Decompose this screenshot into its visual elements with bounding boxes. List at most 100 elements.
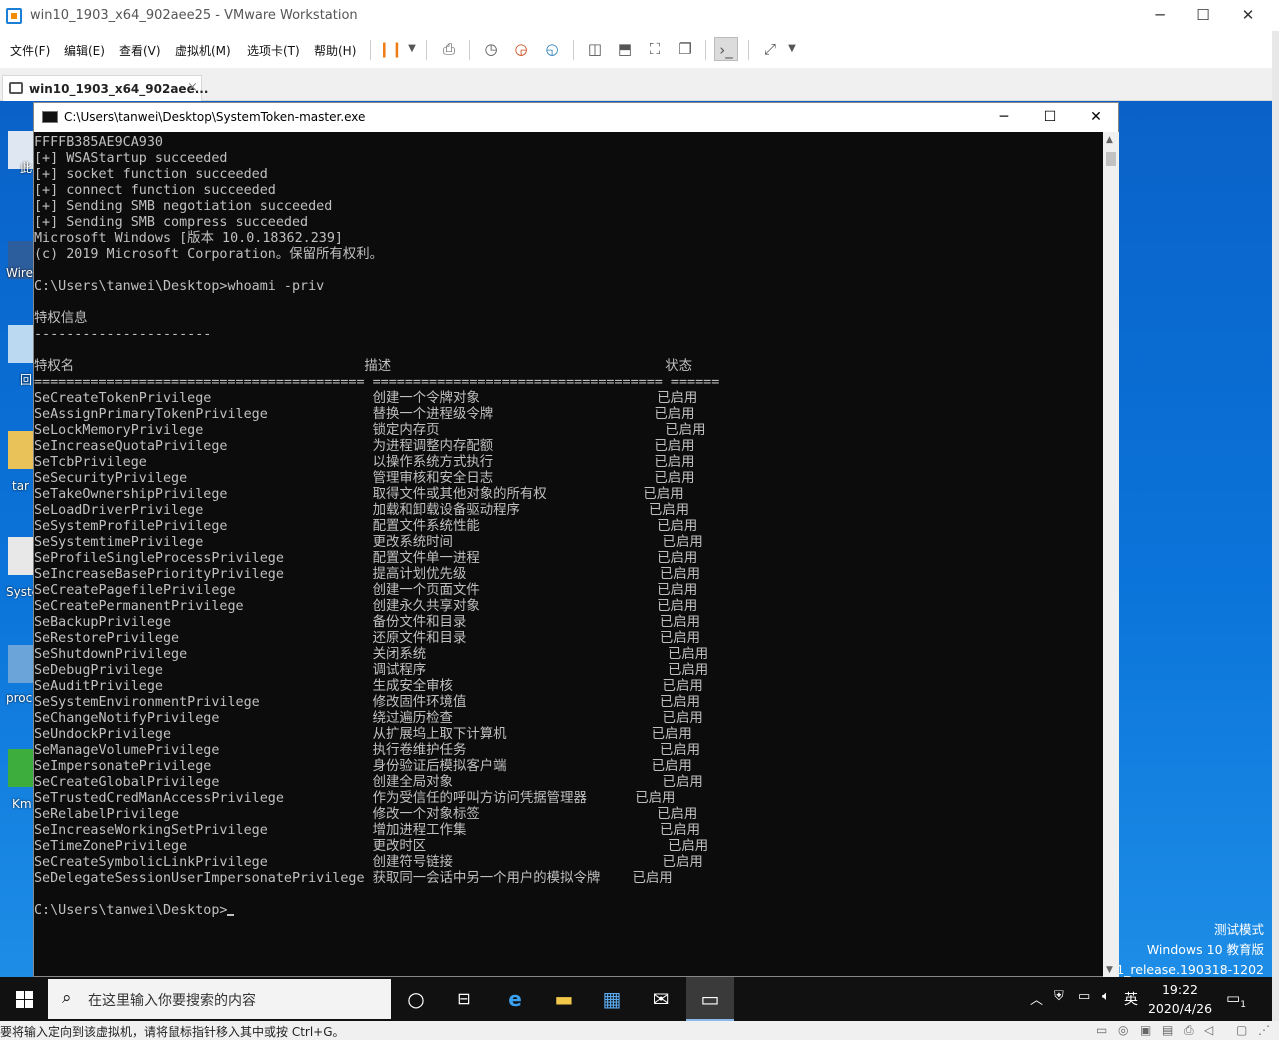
ime-indicator[interactable]: 英 xyxy=(1124,989,1138,1009)
defender-icon[interactable]: ⛨ xyxy=(1054,989,1064,1004)
scroll-down-icon[interactable]: ▼ xyxy=(1106,965,1113,975)
task-view-icon[interactable]: ⊟ xyxy=(440,977,488,1021)
console-maximize-button[interactable]: ☐ xyxy=(1027,106,1073,130)
process-app-icon[interactable] xyxy=(8,645,34,683)
console-line: SeAuditPrivilege 生成安全审核 已启用 xyxy=(34,679,703,694)
console-line: [+] connect function succeeded xyxy=(34,183,276,198)
toolbar-separator xyxy=(469,40,470,60)
file-explorer-icon[interactable]: ▬ xyxy=(540,977,588,1021)
close-button[interactable]: ✕ xyxy=(1225,4,1271,28)
manage-snapshots-icon[interactable]: ◵ xyxy=(540,37,564,61)
console-line: SeUndockPrivilege 从扩展坞上取下计算机 已启用 xyxy=(34,727,692,742)
maximize-button[interactable]: ☐ xyxy=(1180,4,1226,28)
network-icon[interactable]: ▭ xyxy=(1078,989,1090,1004)
console-app-icon xyxy=(42,111,58,123)
console-view-icon[interactable]: ›_ xyxy=(714,37,738,61)
stretch-icon[interactable]: ⤢ xyxy=(758,37,782,61)
hdd-icon[interactable]: ▭ xyxy=(1096,1023,1107,1037)
windows-logo-icon xyxy=(25,991,33,999)
console-line: [+] socket function succeeded xyxy=(34,167,268,182)
store-icon[interactable]: ▦ xyxy=(588,977,636,1021)
cmd-icon[interactable]: ▭ xyxy=(686,977,734,1021)
volume-icon[interactable]: 🔈︎ xyxy=(1102,989,1110,1004)
console-minimize-button[interactable]: ─ xyxy=(981,106,1027,130)
console-line: (c) 2019 Microsoft Corporation。保留所有权利。 xyxy=(34,247,383,262)
snapshot-icon[interactable]: ◷ xyxy=(479,37,503,61)
console-line: SeShutdownPrivilege 关闭系统 已启用 xyxy=(34,647,709,662)
search-placeholder: 在这里输入你要搜索的内容 xyxy=(88,993,256,1009)
console-line: SeTcbPrivilege 以操作系统方式执行 已启用 xyxy=(34,455,695,470)
cd-icon[interactable]: ◎ xyxy=(1118,1023,1128,1037)
search-icon: ⌕ xyxy=(62,988,72,1008)
console-line: SeTakeOwnershipPrivilege 取得文件或其他对象的所有权 已… xyxy=(34,487,684,502)
console-title-bar[interactable]: C:\Users\tanwei\Desktop\SystemToken-mast… xyxy=(34,103,1118,132)
folder-icon[interactable] xyxy=(8,431,34,469)
message-icon[interactable]: ▢ xyxy=(1236,1023,1247,1037)
console-line: Microsoft Windows [版本 10.0.18362.239] xyxy=(34,231,343,246)
windows-watermark: 测试模式 Windows 10 教育版 9h1_release.190318-1… xyxy=(1100,920,1264,980)
console-scrollbar[interactable]: ▲ ▼ xyxy=(1103,132,1119,977)
console-output: FFFFB385AE9CA930 [+] WSAStartup succeede… xyxy=(34,135,719,919)
vm-tab-icon xyxy=(9,82,23,94)
tab-vm[interactable]: win10_1903_x64_902aee... × xyxy=(2,75,208,101)
toolbar-separator xyxy=(573,40,574,60)
send-keys-icon[interactable]: ⎙ xyxy=(437,37,461,61)
mail-icon[interactable]: ✉ xyxy=(637,977,685,1021)
printer-icon[interactable]: ⎙ xyxy=(1184,1023,1194,1038)
console-line: SeCreatePermanentPrivilege 创建永久共享对象 已启用 xyxy=(34,599,698,614)
system-app-icon[interactable] xyxy=(8,537,34,575)
floppy-icon[interactable]: ▣ xyxy=(1140,1023,1151,1037)
console-line: SeChangeNotifyPrivilege 绕过遍历检查 已启用 xyxy=(34,711,703,726)
km-app-icon[interactable] xyxy=(8,749,34,787)
taskbar-search-box[interactable]: ⌕ 在这里输入你要搜索的内容 xyxy=(48,979,391,1019)
console-line: ---------------------- xyxy=(34,327,212,342)
vmware-app-icon xyxy=(6,8,22,24)
vmware-status-bar: 要将输入定向到该虚拟机，请将鼠标指针移入其中或按 Ctrl+G。 ▭ ◎ ▣ ▤… xyxy=(0,1021,1279,1039)
console-line: FFFFB385AE9CA930 xyxy=(34,135,163,150)
menu-view[interactable]: 查看(V) xyxy=(119,42,161,59)
clock[interactable]: 19:22 2020/4/26 xyxy=(1138,980,1222,1018)
console-line: SeLoadDriverPrivilege 加载和卸载设备驱动程序 已启用 xyxy=(34,503,690,518)
edge-icon[interactable]: e xyxy=(491,977,539,1021)
windows-logo-icon xyxy=(16,991,24,999)
recycle-bin-icon[interactable] xyxy=(8,325,34,363)
tab-close-icon[interactable]: × xyxy=(187,80,198,95)
menu-file[interactable]: 文件(F) xyxy=(10,42,50,59)
fullscreen-icon[interactable]: ⛶ xyxy=(643,37,667,61)
clock-time: 19:22 xyxy=(1161,982,1199,997)
console-line: C:\Users\tanwei\Desktop>whoami -priv xyxy=(34,279,325,294)
dropdown-icon[interactable]: ▼ xyxy=(400,37,424,61)
menu-tabs[interactable]: 选项卡(T) xyxy=(247,42,300,59)
toolbar-separator xyxy=(748,40,749,60)
thumbnail-icon[interactable]: ⬒ xyxy=(613,37,637,61)
console-line: SeLockMemoryPrivilege 锁定内存页 已启用 xyxy=(34,423,706,438)
console-line: SeCreateGlobalPrivilege 创建全局对象 已启用 xyxy=(34,775,703,790)
minimize-button[interactable]: ─ xyxy=(1137,4,1183,28)
console-line: SeRestorePrivilege 还原文件和目录 已启用 xyxy=(34,631,700,646)
library-icon[interactable]: ◫ xyxy=(583,37,607,61)
console-line: C:\Users\tanwei\Desktop> xyxy=(34,903,228,918)
scroll-up-icon[interactable]: ▲ xyxy=(1106,135,1113,145)
chevron-up-icon[interactable]: ︿ xyxy=(1030,989,1043,1008)
unity-icon[interactable]: ❐ xyxy=(673,37,697,61)
cortana-icon[interactable]: ○ xyxy=(392,977,440,1021)
taskbar: ⌕ 在这里输入你要搜索的内容 ○ ⊟ e ▬ ▦ ✉ ▭ ︿ ⛨ ▭ 🔈︎ 英 … xyxy=(0,977,1272,1021)
test-mode-label: 测试模式 xyxy=(1213,922,1264,937)
dropdown-icon[interactable]: ▼ xyxy=(780,37,804,61)
console-close-button[interactable]: ✕ xyxy=(1073,106,1119,130)
network-adapter-icon[interactable]: ▤ xyxy=(1162,1023,1173,1037)
sound-icon[interactable]: ◁ xyxy=(1204,1023,1213,1037)
console-line: SeManageVolumePrivilege 执行卷维护任务 已启用 xyxy=(34,743,700,758)
notification-center-icon[interactable]: ▭1 xyxy=(1226,989,1246,1010)
console-output-area[interactable]: FFFFB385AE9CA930 [+] WSAStartup succeede… xyxy=(34,132,1103,977)
start-button[interactable] xyxy=(0,977,48,1021)
scroll-thumb[interactable] xyxy=(1106,152,1116,166)
pause-icon[interactable]: ❙❙ xyxy=(378,37,403,61)
menu-edit[interactable]: 编辑(E) xyxy=(64,42,105,59)
console-line: SeDelegateSessionUserImpersonatePrivileg… xyxy=(34,871,673,886)
revert-snapshot-icon[interactable]: ◶ xyxy=(509,37,533,61)
menu-help[interactable]: 帮助(H) xyxy=(314,42,356,59)
console-line: SeRelabelPrivilege 修改一个对象标签 已启用 xyxy=(34,807,698,822)
menu-vm[interactable]: 虚拟机(M) xyxy=(175,42,231,59)
console-line: [+] Sending SMB negotiation succeeded xyxy=(34,199,333,214)
